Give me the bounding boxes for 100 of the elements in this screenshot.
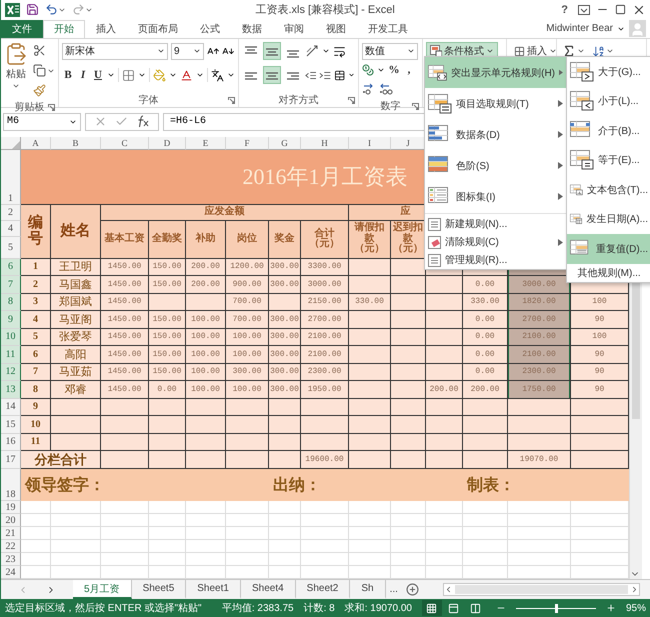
- table-cell: 1750.00: [508, 381, 571, 399]
- table-cell: 张爱琴: [51, 328, 101, 346]
- table-cell: 700.00: [226, 311, 269, 329]
- table-cell: 1: [21, 258, 51, 276]
- table-cell: 1450.00: [101, 294, 149, 312]
- table-cell: 100.00: [226, 381, 269, 399]
- table-cell: 100.00: [186, 346, 226, 364]
- table-cell: 1450.00: [101, 346, 149, 364]
- table-cell: 300.00: [269, 346, 301, 364]
- column-heading: 全勤奖: [149, 220, 186, 259]
- table-cell: 1950.00: [301, 381, 349, 399]
- column-heading: 请假扣款（元）: [349, 220, 391, 259]
- column-heading: 迟到扣款（元）: [391, 220, 426, 259]
- table-cell: 马国鑫: [51, 276, 101, 294]
- table-cell: 10: [21, 416, 51, 434]
- column-heading: 基本工资: [101, 220, 149, 259]
- column-heading: 奖金: [269, 220, 301, 259]
- table-cell: 3300.00: [301, 258, 349, 276]
- status-message: 选定目标区域，然后按 ENTER 或选择"粘贴": [5, 602, 202, 616]
- table-cell: 100: [571, 328, 629, 346]
- table-cell: 马亚茹: [51, 364, 101, 382]
- table-cell: 150.00: [149, 364, 186, 382]
- table-cell: 300.00: [269, 328, 301, 346]
- column-heading: 编号: [21, 204, 51, 259]
- table-cell: 郑国斌: [51, 294, 101, 312]
- group-label: 数字: [380, 100, 400, 113]
- table-cell: 9: [21, 398, 51, 416]
- table-cell: 150.00: [149, 311, 186, 329]
- table-cell: 8: [21, 381, 51, 399]
- table-cell: 300.00: [269, 258, 301, 276]
- table-cell: 7: [21, 364, 51, 382]
- table-cell: 100.00: [186, 364, 226, 382]
- total-label: 分栏合计: [21, 451, 101, 470]
- signature-label: 领导签字：: [25, 475, 105, 496]
- table-cell: 19600.00: [301, 451, 349, 470]
- table-cell: 100.00: [186, 328, 226, 346]
- column-heading: 补助: [186, 220, 226, 259]
- table-cell: 3000.00: [301, 276, 349, 294]
- table-cell: 2100.00: [301, 328, 349, 346]
- table-cell: 300.00: [226, 364, 269, 382]
- table-cell: 300.00: [269, 276, 301, 294]
- table-cell: 150.00: [149, 258, 186, 276]
- table-cell: 4: [21, 311, 51, 329]
- table-cell: 2700.00: [508, 311, 571, 329]
- table-cell: 高阳: [51, 346, 101, 364]
- table-cell: 王卫明: [51, 258, 101, 276]
- window-title: 工资表.xls [兼容模式] - Excel: [254, 2, 396, 18]
- sum-readout: 求和: 19070.00: [344, 602, 412, 616]
- table-cell: 2700.00: [301, 311, 349, 329]
- table-cell: 300.00: [269, 381, 301, 399]
- table-cell: 19070.00: [508, 451, 571, 470]
- table-cell: 0.00: [463, 364, 508, 382]
- table-cell: 11: [21, 434, 51, 452]
- column-heading: 姓名: [51, 204, 101, 259]
- column-heading: 合计（元）: [301, 220, 349, 259]
- table-cell: 100.00: [226, 328, 269, 346]
- signature-label: 制表：: [467, 476, 515, 496]
- table-cell: 2100.00: [508, 346, 571, 364]
- table-cell: 1450.00: [101, 381, 149, 399]
- table-cell: 300.00: [269, 364, 301, 382]
- table-cell: 1450.00: [101, 364, 149, 382]
- group-label: 剪贴板: [14, 100, 44, 114]
- table-cell: 3: [21, 294, 51, 312]
- table-cell: 330.00: [349, 294, 391, 312]
- table-cell: 1450.00: [101, 276, 149, 294]
- table-cell: 200.00: [186, 258, 226, 276]
- table-cell: 马亚阁: [51, 311, 101, 329]
- table-cell: 0.00: [149, 381, 186, 399]
- table-cell: 100: [571, 294, 629, 312]
- table-cell: 100.00: [186, 381, 226, 399]
- table-cell: 2: [21, 276, 51, 294]
- table-cell: 1200.00: [226, 258, 269, 276]
- table-cell: 5: [21, 328, 51, 346]
- table-cell: 100.00: [226, 346, 269, 364]
- table-cell: 1820.00: [508, 294, 571, 312]
- table-cell: 6: [21, 346, 51, 364]
- table-cell: 90: [571, 381, 629, 399]
- table-cell: 300.00: [269, 311, 301, 329]
- group-label: 字体: [138, 94, 158, 107]
- table-cell: 3000.00: [508, 276, 571, 294]
- table-cell: 2300.00: [301, 364, 349, 382]
- table-cell: 700.00: [226, 294, 269, 312]
- table-cell: 200.00: [426, 381, 463, 399]
- table-cell: 1450.00: [101, 311, 149, 329]
- table-cell: 0.00: [463, 346, 508, 364]
- table-cell: 邓睿: [51, 381, 101, 399]
- table-cell: 200.00: [186, 276, 226, 294]
- table-cell: 0.00: [463, 328, 508, 346]
- table-cell: 2100.00: [508, 328, 571, 346]
- group-heading: 应发金额: [101, 204, 349, 221]
- count-readout: 计数: 8: [304, 602, 335, 616]
- table-cell: 150.00: [149, 328, 186, 346]
- table-cell: 2150.00: [301, 294, 349, 312]
- table-cell: 150.00: [149, 276, 186, 294]
- table-cell: 200.00: [463, 381, 508, 399]
- average-readout: 平均值: 2383.75: [222, 602, 294, 616]
- table-cell: 330.00: [463, 294, 508, 312]
- table-cell: 1450.00: [101, 328, 149, 346]
- table-cell: 90: [571, 364, 629, 382]
- table-cell: 0.00: [463, 311, 508, 329]
